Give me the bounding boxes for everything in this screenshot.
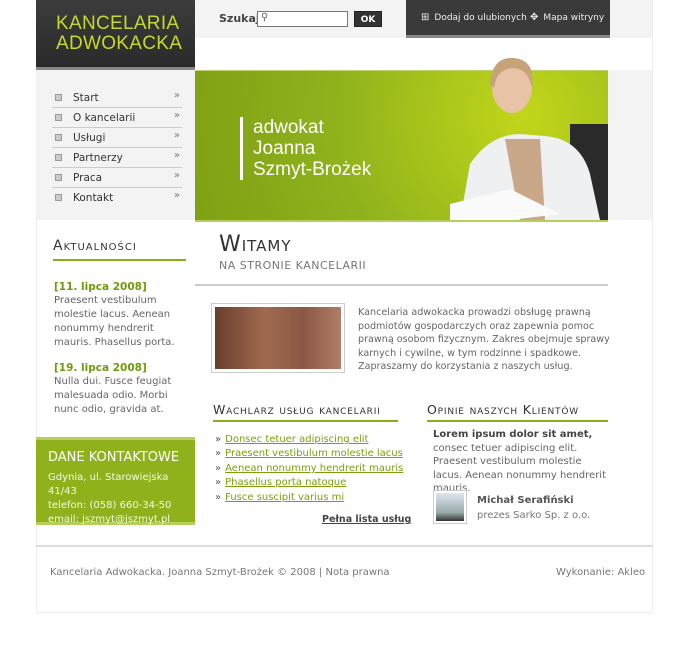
chevron-right-icon: » — [173, 150, 180, 161]
menu-item-o-kancelarii[interactable]: O kancelarii » — [52, 108, 182, 128]
menu-label: Start — [73, 92, 99, 104]
logo[interactable]: KANCELARIA ADWOKACKA — [36, 0, 195, 70]
service-link[interactable]: » Fusce suscipit varius mi — [215, 492, 344, 503]
opinion-lead: Lorem ipsum dolor sit amet, — [433, 429, 593, 440]
client-name: Michał Serafiński — [477, 495, 574, 506]
footer-divider — [36, 545, 653, 547]
contact-title: DANE KONTAKTOWE — [48, 450, 180, 465]
sitemap-link[interactable]: ✥ Mapa witryny — [530, 12, 604, 23]
news-text: Nulla dui. Fusce feugiat malesuada odio.… — [54, 376, 172, 415]
menu-label: Kontakt — [73, 192, 114, 204]
service-link-text[interactable]: Fusce suscipit varius mi — [225, 492, 344, 503]
contact-email[interactable]: email: jszmyt@jszmyt.pl — [48, 513, 195, 527]
client-role: prezes Sarko Sp. z o.o. — [477, 510, 591, 521]
news-date: [19. lipca 2008] — [54, 362, 147, 374]
divider — [195, 284, 608, 286]
intro-text: Kancelaria adwokacka prowadzi obsługę pr… — [358, 306, 613, 374]
contact-address: Gdynia, ul. Starowiejska 41/43 — [48, 472, 169, 497]
chevron-right-icon: » — [215, 448, 222, 459]
opinion-text: Lorem ipsum dolor sit amet, consec tetuer… — [433, 428, 613, 496]
service-link[interactable]: » Praesent vestibulum molestie lacus — [215, 448, 403, 459]
sitemap-label: Mapa witryny — [543, 13, 605, 23]
lawyer-portrait-image — [450, 57, 608, 220]
chevron-right-icon: » — [173, 90, 180, 101]
menu-label: Praca — [73, 172, 103, 184]
menu-label: Usługi — [73, 132, 106, 144]
bullet-icon — [55, 194, 62, 201]
news-title: Aktualności — [53, 238, 137, 254]
intro-paragraph: Kancelaria adwokacka prowadzi obsługę pr… — [358, 307, 610, 359]
bullet-icon — [55, 94, 62, 101]
chevron-right-icon: » — [215, 492, 222, 503]
service-link-text[interactable]: Donsec tetuer adipiscing elit — [225, 434, 368, 445]
bullet-icon — [55, 154, 62, 161]
chevron-right-icon: » — [173, 190, 180, 201]
news-item: [11. lipca 2008] Praesent vestibulum mole… — [54, 280, 184, 350]
contact-phone: telefon: (058) 660-34-50 — [48, 500, 172, 511]
opinions-underline — [427, 420, 608, 422]
corner-bg — [610, 0, 652, 38]
menu-item-uslugi[interactable]: Usługi » — [52, 128, 182, 148]
banner-text: adwokat Joanna Szmyt-Brożek — [240, 117, 371, 180]
banner-side-bg — [608, 70, 652, 220]
welcome-subtitle: NA STRONIE KANCELARII — [219, 259, 367, 272]
chevron-right-icon: » — [173, 170, 180, 181]
chevron-right-icon: » — [215, 463, 222, 474]
news-title-underline — [53, 259, 186, 261]
team-photo-image — [211, 303, 345, 373]
client-avatar — [433, 490, 467, 524]
menu-item-kontakt[interactable]: Kontakt » — [52, 188, 182, 208]
news-date: [11. lipca 2008] — [54, 281, 147, 293]
footer-separator: | — [318, 567, 323, 578]
services-underline — [213, 420, 398, 422]
add-favorites-label: Dodaj do ulubionych — [434, 13, 527, 23]
news-item: [19. lipca 2008] Nulla dui. Fusce feugiat… — [54, 361, 184, 417]
banner-bottom-line — [195, 220, 608, 222]
news-text: Praesent vestibulum molestie lacus. Aene… — [54, 295, 175, 348]
chevron-right-icon: » — [173, 110, 180, 121]
bullet-icon — [55, 134, 62, 141]
menu-item-praca[interactable]: Praca » — [52, 168, 182, 188]
service-link-text[interactable]: Aenean nonummy hendrerit mauris — [225, 463, 403, 474]
service-link[interactable]: » Aenean nonummy hendrerit mauris — [215, 463, 403, 474]
service-link[interactable]: » Phasellus porta natoque — [215, 477, 346, 488]
footer-credit[interactable]: Wykonanie: Akleo — [556, 567, 645, 578]
logo-line1: KANCELARIA — [56, 13, 180, 34]
copyright-text: Kancelaria Adwokacka. Joanna Szmyt-Broże… — [50, 567, 316, 578]
search-input[interactable]: ⚲ — [257, 11, 348, 27]
menu-item-partnerzy[interactable]: Partnerzy » — [52, 148, 182, 168]
chevron-right-icon: » — [215, 434, 222, 445]
add-favorites-link[interactable]: ⊞ Dodaj do ulubionych — [421, 12, 527, 23]
footer-copyright: Kancelaria Adwokacka. Joanna Szmyt-Broże… — [50, 567, 390, 578]
contact-box: DANE KONTAKTOWE Gdynia, ul. Starowiejska … — [36, 437, 195, 525]
search-ok-button[interactable]: OK — [354, 11, 382, 27]
search-icon: ⚲ — [261, 12, 269, 23]
chevron-right-icon: » — [173, 130, 180, 141]
services-title: Wachlarz usług kancelarii — [213, 402, 381, 417]
service-link-text[interactable]: Praesent vestibulum molestie lacus — [225, 448, 403, 459]
banner-line3: Szmyt-Brożek — [253, 159, 372, 180]
legal-link[interactable]: Nota prawna — [325, 567, 389, 578]
opinions-title: Opinie naszych Klientów — [427, 402, 579, 417]
service-link[interactable]: » Donsec tetuer adipiscing elit — [215, 434, 368, 445]
chevron-right-icon: » — [215, 477, 222, 488]
menu-item-start[interactable]: Start » — [52, 88, 182, 108]
menu-label: Partnerzy — [73, 152, 123, 164]
bullet-icon — [55, 174, 62, 181]
welcome-title: Witamy — [219, 232, 292, 257]
service-link-text[interactable]: Phasellus porta natoque — [225, 477, 346, 488]
search-label: Szukaj — [219, 12, 260, 25]
plus-square-icon: ⊞ — [421, 12, 430, 23]
menu-label: O kancelarii — [73, 112, 136, 124]
banner-line1: adwokat — [253, 117, 324, 138]
bullet-icon — [55, 114, 62, 121]
intro-invite: Zapraszamy do korzystania z naszych usłu… — [358, 361, 573, 373]
sitemap-icon: ✥ — [530, 12, 539, 23]
logo-line2: ADWOKACKA — [56, 33, 183, 54]
banner-line2: Joanna — [253, 138, 316, 159]
full-services-link[interactable]: Pełna lista usług — [322, 514, 411, 525]
opinion-body: consec tetuer adipiscing elit. Praesent … — [433, 442, 607, 495]
